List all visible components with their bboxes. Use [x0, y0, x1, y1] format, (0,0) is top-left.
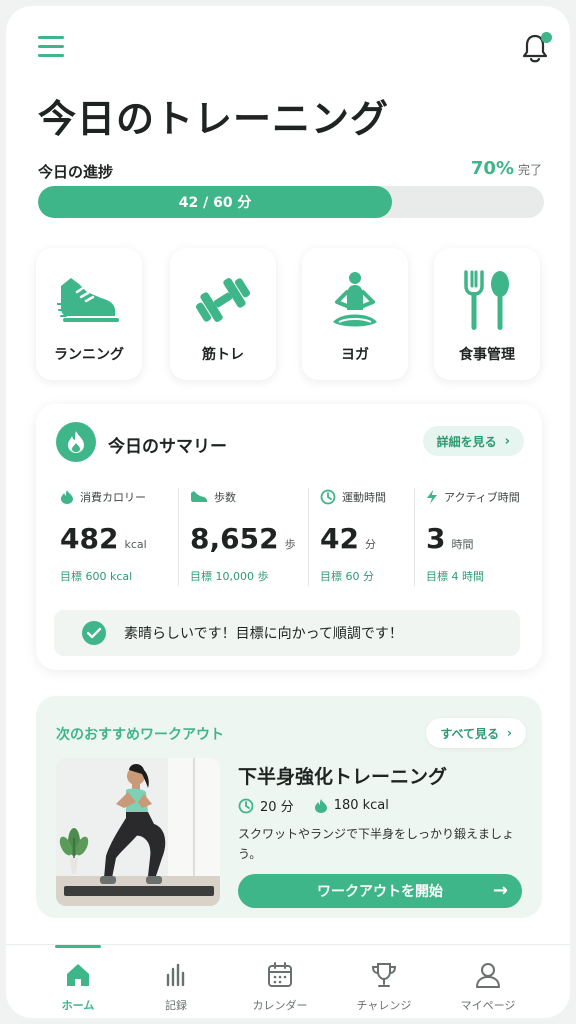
notification-dot	[541, 32, 552, 43]
start-workout-button[interactable]: ワークアウトを開始 →	[238, 874, 522, 908]
stat-goal: 目標 4 時間	[426, 570, 484, 583]
summary-card: 今日のサマリー 詳細を見る › 消費カロリー 482 kcal 目標 600 kca…	[36, 404, 542, 670]
recommended-workout-card: 次のおすすめワークアウト すべて見る › 下半身強化トレーニング 20 分 18…	[36, 696, 542, 918]
yoga-icon	[333, 272, 377, 327]
flame-icon	[61, 490, 73, 504]
home-icon	[67, 964, 89, 986]
nav-home[interactable]: ホーム	[26, 945, 130, 1018]
progress-bar-fill: 42 / 60 分	[38, 186, 393, 218]
lightning-icon	[427, 490, 437, 504]
category-label: ランニング	[54, 347, 124, 363]
chevron-right-icon: ›	[504, 433, 510, 449]
clock-icon	[238, 798, 254, 813]
divider	[308, 488, 309, 586]
stat-active-time: アクティブ時間 3 時間 目標 4 時間	[426, 488, 538, 592]
progress-percent-value: 70%	[470, 158, 514, 179]
stat-unit: 歩	[284, 538, 296, 551]
clock-icon	[320, 489, 336, 505]
arrow-right-icon: →	[492, 880, 508, 901]
shoe-icon	[191, 491, 207, 502]
nav-mypage[interactable]: マイページ	[436, 945, 540, 1018]
nav-records[interactable]: 記録	[124, 945, 228, 1018]
progress-label: 今日の進捗	[38, 163, 114, 181]
calendar-icon	[268, 962, 292, 987]
stat-label: 運動時間	[342, 491, 386, 504]
stat-unit: 分	[364, 538, 376, 551]
progress-bar: 42 / 60 分	[38, 186, 544, 218]
stat-label: アクティブ時間	[444, 491, 520, 504]
notification-bell-button[interactable]	[520, 32, 554, 66]
stat-value: 3	[426, 522, 446, 555]
stat-label: 歩数	[214, 491, 236, 504]
stat-label: 消費カロリー	[80, 491, 146, 504]
bottom-navigation: ホーム 記録 カレンダー チャレンジ マイページ	[6, 944, 570, 1018]
start-workout-label: ワークアウトを開始	[317, 884, 443, 900]
nav-active-indicator	[55, 945, 101, 948]
workout-name: 下半身強化トレーニング	[238, 766, 448, 788]
running-shoe-icon	[57, 278, 119, 322]
workout-meta: 20 分 180 kcal	[238, 796, 409, 815]
see-all-button[interactable]: すべて見る ›	[426, 718, 526, 748]
stat-value: 8,652	[190, 522, 279, 555]
recommended-title: 次のおすすめワークアウト	[56, 727, 224, 743]
flame-icon	[314, 798, 327, 813]
nav-label: 記録	[165, 999, 187, 1012]
divider	[414, 488, 415, 586]
see-all-label: すべて見る	[440, 726, 500, 741]
stat-goal: 目標 10,000 歩	[190, 570, 269, 583]
dumbbell-icon	[195, 278, 251, 322]
details-button[interactable]: 詳細を見る ›	[422, 426, 524, 456]
encouragement-message: 素晴らしいです！目標に向かって順調です！	[124, 626, 403, 642]
squat-illustration	[56, 758, 220, 906]
workout-description: スクワットやランジで下半身をしっかり鍛えましょう。	[238, 827, 515, 861]
stat-value: 482	[60, 522, 119, 555]
encouragement-banner: 素晴らしいです！目標に向かって順調です！	[54, 610, 520, 656]
progress-bar-text: 42 / 60 分	[178, 195, 252, 211]
bar-chart-icon	[166, 963, 185, 987]
category-strength[interactable]: 筋トレ	[170, 248, 276, 380]
user-icon	[476, 963, 500, 988]
details-button-label: 詳細を見る	[436, 434, 497, 449]
chevron-right-icon: ›	[507, 726, 512, 740]
progress-percent: 70% 完了	[471, 158, 542, 179]
check-circle-icon	[82, 621, 106, 645]
nav-label: マイページ	[460, 999, 516, 1012]
workout-image[interactable]	[56, 758, 220, 906]
stat-steps: 歩数 8,652 歩 目標 10,000 歩	[190, 488, 314, 592]
fork-spoon-icon	[464, 270, 509, 330]
nav-challenge[interactable]: チャレンジ	[332, 945, 436, 1018]
category-yoga[interactable]: ヨガ	[302, 248, 408, 380]
menu-icon[interactable]	[38, 36, 64, 58]
summary-title: 今日のサマリー	[108, 437, 227, 457]
nav-label: チャレンジ	[356, 999, 412, 1012]
stat-value: 42	[320, 522, 359, 555]
flame-icon	[68, 431, 84, 453]
nav-calendar[interactable]: カレンダー	[228, 945, 332, 1018]
flame-badge	[56, 422, 96, 462]
trophy-icon	[371, 963, 397, 987]
stat-unit: kcal	[124, 538, 147, 551]
nav-label: ホーム	[61, 999, 95, 1012]
app-screen: 今日のトレーニング 今日の進捗 70% 完了 42 / 60 分 ランニング 筋…	[6, 6, 570, 1018]
category-label: 筋トレ	[202, 347, 244, 363]
divider	[178, 488, 179, 586]
page-title: 今日のトレーニング	[38, 97, 390, 141]
stat-unit: 時間	[451, 538, 474, 551]
workout-calories: 180 kcal	[333, 798, 389, 813]
workout-duration: 20 分	[260, 800, 294, 815]
category-label: 食事管理	[459, 347, 515, 363]
stat-goal: 目標 600 kcal	[60, 570, 133, 583]
nav-label: カレンダー	[252, 999, 308, 1012]
category-meal[interactable]: 食事管理	[434, 248, 540, 380]
category-label: ヨガ	[341, 347, 369, 363]
progress-complete-text: 完了	[517, 163, 542, 177]
category-running[interactable]: ランニング	[36, 248, 142, 380]
stat-calories: 消費カロリー 482 kcal 目標 600 kcal	[60, 488, 184, 592]
